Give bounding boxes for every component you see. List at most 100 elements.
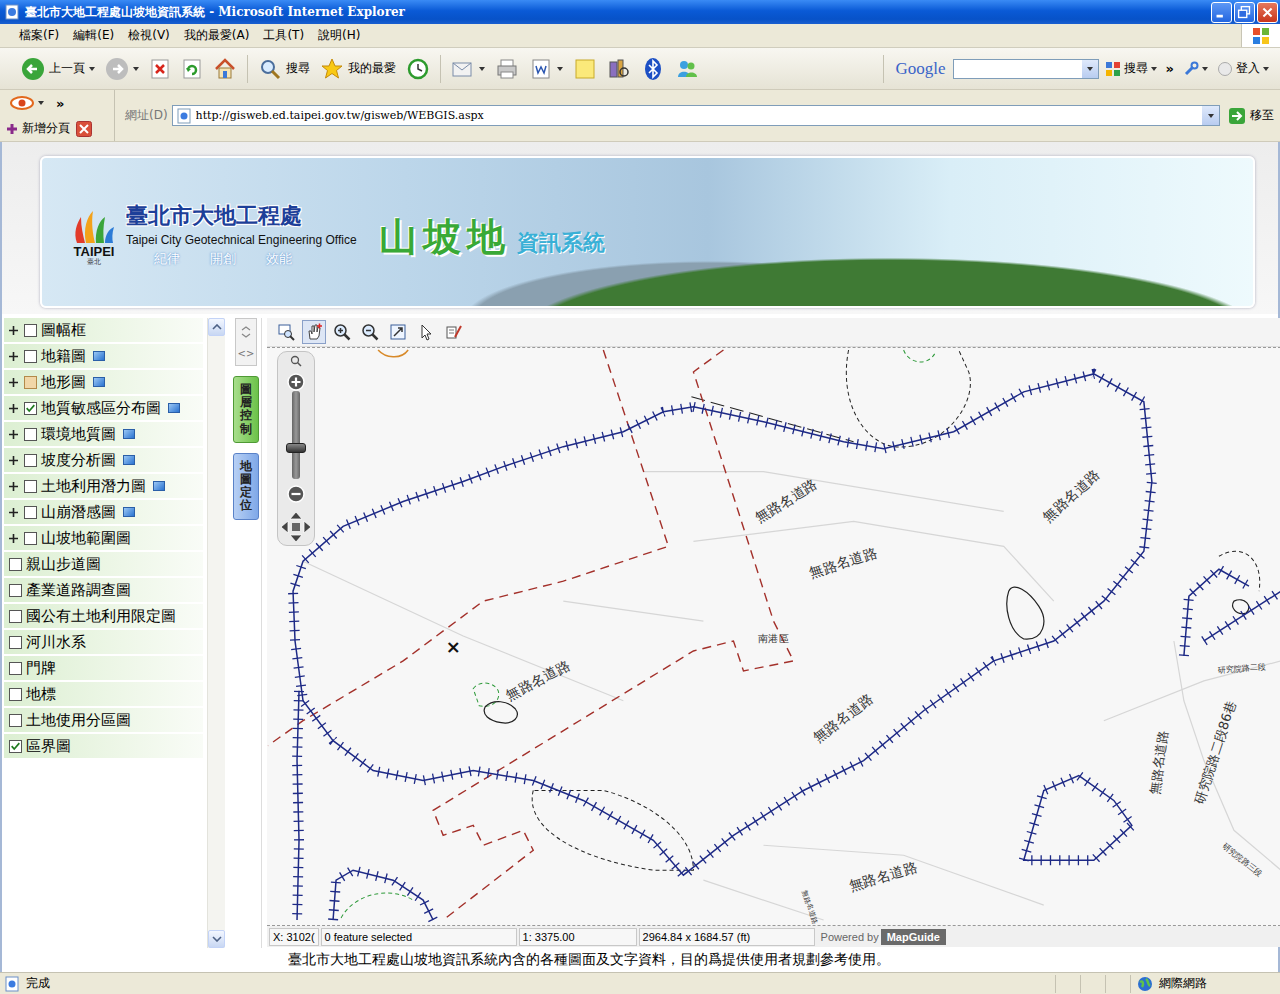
- login-button[interactable]: 登入: [1214, 60, 1272, 77]
- map-drawing[interactable]: 無路名道路無路名道路無路名道路南港區無路名道路無路名道路無路名道路研究院路二段8…: [267, 348, 1280, 925]
- layer-item[interactable]: 土地利用潛力圖: [4, 474, 203, 498]
- info-icon[interactable]: [123, 507, 135, 517]
- map-tool-button[interactable]: [302, 320, 326, 344]
- layer-checkbox[interactable]: [24, 506, 37, 519]
- scroll-down-button[interactable]: [208, 930, 225, 948]
- layer-checkbox[interactable]: [9, 688, 22, 701]
- address-dropdown-button[interactable]: [1202, 106, 1219, 125]
- settings-button[interactable]: [1180, 61, 1211, 77]
- layer-checkbox[interactable]: [24, 376, 37, 389]
- zoom-out-button[interactable]: [287, 485, 305, 503]
- more-button[interactable]: »: [1163, 61, 1177, 76]
- layer-checkbox[interactable]: [9, 662, 22, 675]
- layer-item[interactable]: 山坡地範圍圖: [4, 526, 203, 550]
- google-search-button[interactable]: 搜尋: [1102, 60, 1160, 77]
- layer-item[interactable]: 環境地質圖: [4, 422, 203, 446]
- forward-button[interactable]: [100, 57, 144, 81]
- map-tool-button[interactable]: [442, 320, 466, 344]
- map-tool-button[interactable]: [414, 320, 438, 344]
- expand-button[interactable]: [9, 482, 24, 491]
- layer-item[interactable]: 門牌: [4, 656, 203, 680]
- go-button[interactable]: 移至: [1224, 107, 1274, 125]
- layer-checkbox[interactable]: [9, 636, 22, 649]
- info-icon[interactable]: [93, 351, 105, 361]
- stop-button[interactable]: [144, 58, 176, 80]
- info-icon[interactable]: [168, 403, 180, 413]
- side-tab[interactable]: 圖層控制: [233, 376, 259, 443]
- home-button[interactable]: [208, 57, 242, 81]
- new-tab-button[interactable]: 新增分頁: [6, 120, 70, 137]
- layer-scrollbar[interactable]: [207, 318, 225, 948]
- edit-button[interactable]: [524, 57, 568, 81]
- side-tab[interactable]: 地圖定位: [233, 453, 259, 520]
- layer-item[interactable]: 地形圖: [4, 370, 203, 394]
- layer-checkbox[interactable]: [24, 350, 37, 363]
- eye-button[interactable]: [6, 94, 47, 112]
- research-button[interactable]: [602, 57, 636, 81]
- expand-button[interactable]: [9, 326, 24, 335]
- favorites-button[interactable]: 我的最愛: [315, 57, 401, 81]
- maximize-button[interactable]: [1234, 2, 1255, 23]
- address-field[interactable]: http://gisweb.ed.taipei.gov.tw/gisweb/WE…: [172, 105, 1220, 126]
- map-tool-button[interactable]: [358, 320, 382, 344]
- layer-item[interactable]: 國公有土地利用限定圖: [4, 604, 203, 628]
- layer-checkbox[interactable]: [9, 610, 22, 623]
- layer-checkbox[interactable]: [9, 584, 22, 597]
- menu-item[interactable]: 工具(T): [256, 27, 311, 44]
- layer-checkbox[interactable]: [24, 480, 37, 493]
- panel-toggle[interactable]: <>: [235, 318, 257, 366]
- close-tab-button[interactable]: [76, 121, 92, 137]
- expand-button[interactable]: [9, 378, 24, 387]
- refresh-button[interactable]: [176, 58, 208, 80]
- layer-item[interactable]: 地籍圖: [4, 344, 203, 368]
- layer-checkbox[interactable]: [24, 324, 37, 337]
- close-button[interactable]: [1257, 2, 1278, 23]
- zoom-slider[interactable]: [292, 391, 300, 479]
- tabs-more-button[interactable]: »: [53, 96, 67, 111]
- layer-checkbox[interactable]: [9, 740, 22, 753]
- bluetooth-button[interactable]: [636, 57, 670, 81]
- layer-item[interactable]: 產業道路調查圖: [4, 578, 203, 602]
- expand-button[interactable]: [9, 456, 24, 465]
- note-button[interactable]: [568, 57, 602, 81]
- print-button[interactable]: [490, 57, 524, 81]
- search-button[interactable]: 搜尋: [253, 57, 315, 81]
- info-icon[interactable]: [153, 481, 165, 491]
- minimize-button[interactable]: [1211, 2, 1232, 23]
- layer-checkbox[interactable]: [9, 558, 22, 571]
- info-icon[interactable]: [123, 429, 135, 439]
- layer-checkbox[interactable]: [24, 454, 37, 467]
- layer-item[interactable]: 親山步道圖: [4, 552, 203, 576]
- info-icon[interactable]: [93, 377, 105, 387]
- expand-button[interactable]: [9, 352, 24, 361]
- layer-checkbox[interactable]: [9, 714, 22, 727]
- map-tool-button[interactable]: [274, 320, 298, 344]
- google-dropdown-button[interactable]: [1082, 60, 1098, 78]
- zoom-slider-handle[interactable]: [286, 443, 306, 453]
- layer-item[interactable]: 河川水系: [4, 630, 203, 654]
- layer-checkbox[interactable]: [24, 532, 37, 545]
- layer-item[interactable]: 山崩潛感圖: [4, 500, 203, 524]
- layer-item[interactable]: 地標: [4, 682, 203, 706]
- zoom-in-button[interactable]: [287, 373, 305, 391]
- layer-item[interactable]: 坡度分析圖: [4, 448, 203, 472]
- menu-item[interactable]: 說明(H): [311, 27, 367, 44]
- menu-item[interactable]: 檔案(F): [12, 27, 66, 44]
- map-canvas[interactable]: 無路名道路無路名道路無路名道路南港區無路名道路無路名道路無路名道路研究院路二段8…: [267, 347, 1280, 926]
- layer-checkbox[interactable]: [24, 402, 37, 415]
- mail-button[interactable]: [446, 57, 490, 81]
- layer-checkbox[interactable]: [24, 428, 37, 441]
- pan-control[interactable]: [280, 511, 312, 543]
- google-search-field[interactable]: [953, 59, 1099, 79]
- messenger-button[interactable]: [670, 57, 704, 81]
- back-button[interactable]: 上一頁: [16, 57, 100, 81]
- menu-item[interactable]: 我的最愛(A): [177, 27, 257, 44]
- menu-item[interactable]: 檢視(V): [121, 27, 177, 44]
- layer-item[interactable]: 區界圖: [4, 734, 203, 758]
- history-button[interactable]: [401, 57, 435, 81]
- layer-item[interactable]: 地質敏感區分布圖: [4, 396, 203, 420]
- info-icon[interactable]: [123, 455, 135, 465]
- layer-item[interactable]: 土地使用分區圖: [4, 708, 203, 732]
- expand-button[interactable]: [9, 404, 24, 413]
- expand-button[interactable]: [9, 534, 24, 543]
